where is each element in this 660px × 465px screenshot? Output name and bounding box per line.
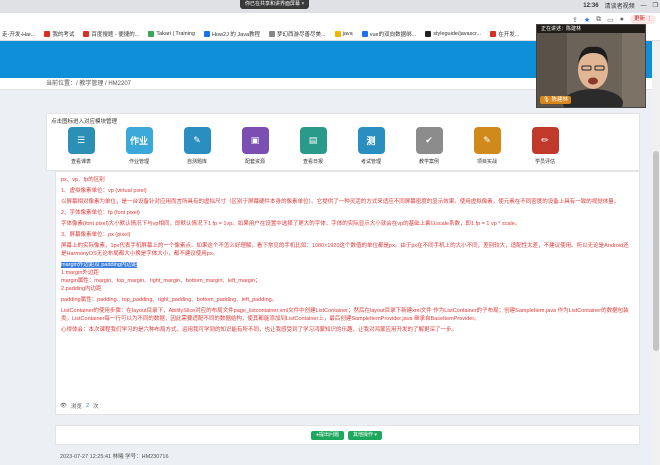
bookmark-item[interactable]: styleguide/javascr... bbox=[425, 30, 481, 37]
article-paragraph: 3、屏幕像素单位：px (pixel) bbox=[61, 232, 131, 238]
minimize-icon[interactable]: — bbox=[641, 3, 647, 9]
article-paragraph: 1、虚拟像素单位：vp (virtual pixel) bbox=[61, 188, 147, 194]
restore-icon[interactable]: ❐ bbox=[653, 2, 658, 9]
nav-item-projects[interactable]: ✎ 项目实战 bbox=[469, 127, 505, 165]
bookmark-item[interactable]: 我的考试 bbox=[44, 30, 74, 38]
nav-item-evaluation[interactable]: ✏ 学员评估 bbox=[527, 127, 563, 165]
screen-share-banner[interactable]: 你已在共享和讲界面屏幕 × bbox=[240, 0, 310, 9]
webcam-overlay[interactable]: 正在讲述：陈建林 🎙 陈建林 bbox=[536, 24, 646, 108]
resources-icon: ▣ bbox=[241, 127, 269, 154]
bookmark-item[interactable]: 在开发... bbox=[490, 30, 519, 38]
clock: 12:36 bbox=[583, 2, 599, 9]
more-actions-button[interactable]: 其他操作 ▾ bbox=[348, 431, 382, 440]
homework-icon: 作业 bbox=[125, 127, 153, 154]
scrollbar[interactable] bbox=[652, 41, 660, 465]
selected-text[interactable]: margin外边距及 padding内边距 bbox=[61, 262, 138, 268]
nav-item-daily-report[interactable]: ▤ 查看日报 bbox=[295, 127, 331, 165]
article-paragraph: 2、字体像素单位：fp (font pixel) bbox=[61, 210, 140, 216]
nav-heading: 点击图标进入对应模块管理 bbox=[51, 119, 118, 125]
nav-item-cases[interactable]: ✔ 教学案例 bbox=[411, 127, 447, 165]
nav-item-resources[interactable]: ▣ 配套资源 bbox=[237, 127, 273, 165]
article-paragraph: ListContainer的使用步骤：在layout目录下，AbilitySli… bbox=[61, 308, 629, 322]
bookmark-item[interactable]: vue的双向数据绑... bbox=[361, 30, 416, 38]
nav-item-schedule[interactable]: ☰ 查看课表 bbox=[63, 127, 99, 165]
nav-item-exam[interactable]: 测 考试管理 bbox=[353, 127, 389, 165]
checklist-icon: ✔ bbox=[415, 127, 443, 154]
sidebar-icon[interactable]: ▭ bbox=[607, 16, 614, 24]
report-article: px、vp、fp的区别 1、虚拟像素单位：vp (virtual pixel) … bbox=[61, 176, 631, 337]
presenter-name: 🎙 陈建林 bbox=[540, 96, 572, 104]
bookmark-item[interactable]: java bbox=[334, 30, 353, 37]
evaluation-icon: ✏ bbox=[531, 127, 559, 154]
exam-icon: 测 bbox=[357, 127, 385, 154]
bookmark-item[interactable]: How2J 的 Java教程 bbox=[204, 30, 260, 38]
article-paragraph: padding属性：padding、top_padding、right_padd… bbox=[61, 297, 278, 303]
update-button[interactable]: 更新 ⋮ bbox=[629, 15, 656, 24]
nav-item-homework[interactable]: 作业 作业管理 bbox=[121, 127, 157, 165]
report-content: px、vp、fp的区别 1、虚拟像素单位：vp (virtual pixel) … bbox=[55, 171, 640, 415]
bookmark-item[interactable]: 梦幻西游尽善尽美... bbox=[269, 30, 326, 38]
bookmark-item[interactable]: 百度搜题 - 便捷的... bbox=[83, 30, 139, 38]
profile-icon[interactable]: ● bbox=[620, 16, 624, 23]
report-icon: ▤ bbox=[299, 127, 327, 154]
extensions-icon[interactable]: ⧉ bbox=[596, 16, 601, 24]
schedule-icon: ☰ bbox=[67, 127, 95, 154]
browser-titlebar: 你已在共享和讲界面屏幕 × 12:36 清谈者视频 — ❐ bbox=[0, 0, 660, 13]
bookmark-item[interactable]: 走-开发-Har... bbox=[2, 30, 35, 38]
notebook-icon: ✎ bbox=[473, 127, 501, 154]
bookmark-item[interactable]: Takari | Training bbox=[148, 30, 195, 37]
module-nav-panel: 点击图标进入对应模块管理 ☰ 查看课表 作业 作业管理 ✎ 自测题库 ▣ 配套资… bbox=[46, 113, 640, 171]
view-count: 👁 浏览 2 次 bbox=[60, 403, 99, 410]
nav-item-self-test[interactable]: ✎ 自测题库 bbox=[179, 127, 215, 165]
article-paragraph: px、vp、fp的区别 bbox=[61, 177, 105, 183]
action-bar: ●提出问题 其他操作 ▾ bbox=[55, 425, 640, 445]
share-icon[interactable]: ⇪ bbox=[572, 16, 578, 24]
scroll-thumb[interactable] bbox=[653, 151, 659, 351]
article-paragraph: 1.margin外边距 bbox=[61, 270, 99, 276]
user-label[interactable]: 清谈者视频 bbox=[605, 1, 635, 10]
star-icon[interactable]: ★ bbox=[584, 16, 590, 24]
article-paragraph: 2.padding内边距 bbox=[61, 286, 102, 292]
next-report-meta: 2023-07-27 12:25:41 林曦 学号：HM230716 bbox=[60, 454, 169, 460]
article-paragraph: 字体像素(font pixel)大小默认情况下与vp相同，即默认情况下1 fp … bbox=[61, 221, 521, 227]
article-paragraph: 心得体会：本次课程我们学习的是六种布局方式，运用我可学到的知识能有所不同，也让我… bbox=[61, 327, 458, 333]
window-controls: 12:36 清谈者视频 — ❐ bbox=[583, 1, 658, 11]
article-paragraph: 屏幕上的实际像素，1px代表手机屏幕上的一个像素点。如果这个不怎么好理解，看下常… bbox=[61, 243, 629, 257]
pencil-icon: ✎ bbox=[183, 127, 211, 154]
article-paragraph: 以屏幕相对像素为单位，是一台设备针对应用而言所具有的虚拟尺寸（区别于屏幕硬件本身… bbox=[61, 199, 620, 205]
eye-icon: 👁 bbox=[60, 403, 67, 409]
article-paragraph: margin属性：margin、top_margin、right_margin、… bbox=[61, 278, 261, 284]
ask-question-button[interactable]: ●提出问题 bbox=[311, 431, 345, 440]
